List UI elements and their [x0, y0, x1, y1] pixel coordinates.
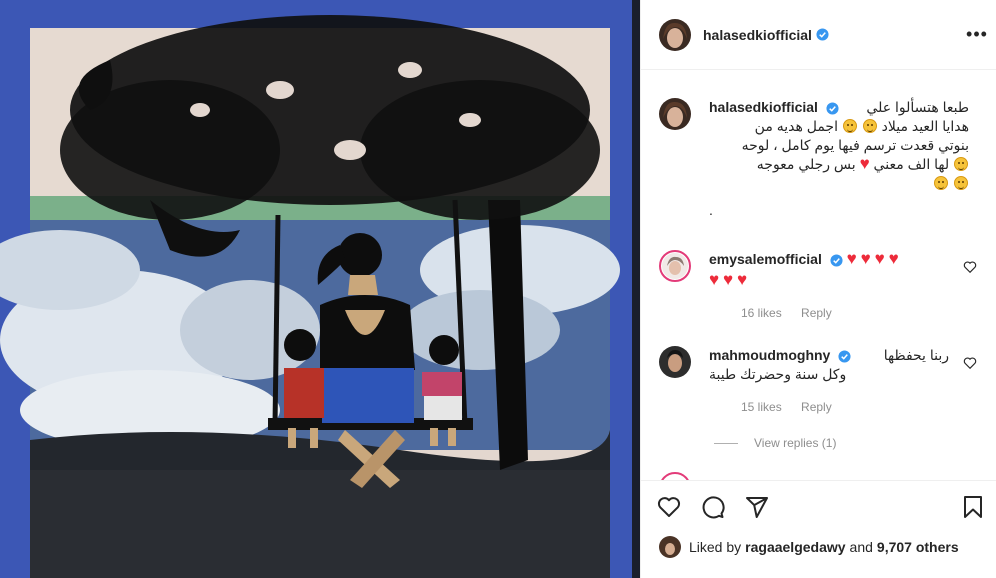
- caption-line-5: [709, 174, 969, 193]
- view-replies-button[interactable]: View replies (1): [714, 436, 836, 450]
- avatar[interactable]: [659, 250, 691, 282]
- caption-line-3: بنوتي قعدت ترسم فيها يوم كامل ، لوحه: [741, 137, 969, 153]
- liked-by-username[interactable]: ragaaelgedawy: [745, 539, 845, 555]
- caption-line-2b-text: اجمل هديه من: [754, 118, 838, 134]
- caption-line-4: لها الف معني ♥ بس رجلي معوجه: [709, 155, 969, 174]
- comment-reply-button[interactable]: Reply: [801, 306, 832, 320]
- comment-text-line-1: ربنا يحفظها: [883, 347, 949, 363]
- verified-badge-icon: [830, 254, 843, 267]
- red-heart-emoji-icon: ♥: [846, 249, 857, 268]
- profile-photo-icon: [659, 536, 681, 558]
- comment-icon[interactable]: [701, 495, 725, 519]
- comment-author-username[interactable]: emysalemofficial: [709, 251, 822, 267]
- avatar[interactable]: [659, 98, 691, 130]
- painting-illustration: [0, 0, 640, 578]
- avatar[interactable]: [659, 346, 691, 378]
- avatar[interactable]: [659, 18, 691, 51]
- liked-by-prefix: Liked by: [689, 539, 742, 555]
- comment-author-username[interactable]: mahmoudmoghny: [709, 347, 830, 363]
- avatar[interactable]: [659, 536, 681, 558]
- red-heart-emoji-icon: ♥: [888, 249, 899, 268]
- comment-text-line-2: وكل سنة وحضرتك طيبة: [709, 366, 847, 382]
- tongue-face-emoji-icon: [954, 176, 968, 190]
- profile-photo-icon: [659, 18, 691, 51]
- comment-like-heart-icon[interactable]: [963, 356, 977, 370]
- comment-meta: 16 likes Reply: [741, 306, 985, 320]
- post-side-panel: halasedkiofficial ••• halasedkiofficial: [640, 0, 996, 578]
- liked-by-summary: Liked by ragaaelgedawy and 9,707 others: [659, 536, 959, 558]
- post-image[interactable]: [0, 0, 640, 578]
- grinning-face-emoji-icon: [862, 119, 877, 133]
- caption-line-1: طبعا هتسألوا علي: [866, 99, 969, 115]
- comment-item: emysalemofficial ♥ ♥ ♥ ♥ ♥ ♥ ♥ 16 likes …: [659, 250, 985, 320]
- liked-by-and: and: [849, 539, 873, 555]
- caption-line-2-text: هدايا العيد ميلاد: [881, 118, 969, 134]
- red-heart-emoji-icon: ♥: [709, 270, 720, 289]
- comment-like-heart-icon[interactable]: [963, 260, 977, 274]
- red-heart-emoji-icon: ♥: [874, 249, 885, 268]
- caption-trailing-dot: .: [709, 201, 969, 220]
- avatar[interactable]: [659, 472, 691, 480]
- profile-photo-icon: [661, 472, 689, 480]
- comment-meta: 15 likes Reply: [741, 400, 985, 414]
- pleading-face-emoji-icon: [934, 176, 949, 190]
- post-caption: halasedkiofficial طبعا هتسألوا علي هدايا…: [659, 98, 985, 220]
- profile-photo-icon: [662, 253, 688, 279]
- profile-photo-icon: [659, 98, 691, 130]
- liked-by-others[interactable]: 9,707 others: [877, 539, 959, 555]
- comment-likes-count[interactable]: 16 likes: [741, 306, 782, 320]
- more-options-icon[interactable]: •••: [965, 22, 989, 46]
- view-replies-label: View replies (1): [754, 436, 837, 450]
- post-author-username[interactable]: halasedkiofficial: [703, 27, 812, 43]
- comment-reply-button[interactable]: Reply: [801, 400, 832, 414]
- profile-photo-icon: [659, 346, 691, 378]
- tongue-face-emoji-icon: [842, 119, 857, 133]
- post-actions-bar: Liked by ragaaelgedawy and 9,707 others: [641, 480, 996, 578]
- red-heart-emoji-icon: ♥: [736, 270, 748, 289]
- caption-trailing-dot-text: .: [709, 202, 713, 218]
- caption-author-username[interactable]: halasedkiofficial: [709, 99, 818, 115]
- comment-item: mahmoudmoghny ربنا يحفظها وكل سنة وحضرتك…: [659, 346, 985, 414]
- caption-line-2: هدايا العيد ميلاد اجمل هديه من: [709, 117, 969, 136]
- heart-icon[interactable]: [657, 495, 681, 519]
- caption-line-4b-text: بس رجلي معوجه: [756, 156, 856, 172]
- post-header: halasedkiofficial •••: [641, 0, 996, 70]
- red-heart-emoji-icon: ♥: [859, 154, 870, 173]
- pleading-face-emoji-icon: [954, 157, 968, 171]
- red-heart-emoji-icon: ♥: [722, 270, 734, 289]
- caption-line-4a-text: لها الف معني: [873, 156, 950, 172]
- verified-badge-icon: [816, 28, 829, 41]
- verified-badge-icon: [838, 350, 851, 363]
- view-replies-divider: [714, 442, 738, 444]
- bookmark-icon[interactable]: [961, 495, 985, 519]
- red-heart-emoji-icon: ♥: [860, 249, 871, 268]
- comment-likes-count[interactable]: 15 likes: [741, 400, 782, 414]
- verified-badge-icon: [826, 102, 839, 115]
- share-icon[interactable]: [745, 495, 769, 519]
